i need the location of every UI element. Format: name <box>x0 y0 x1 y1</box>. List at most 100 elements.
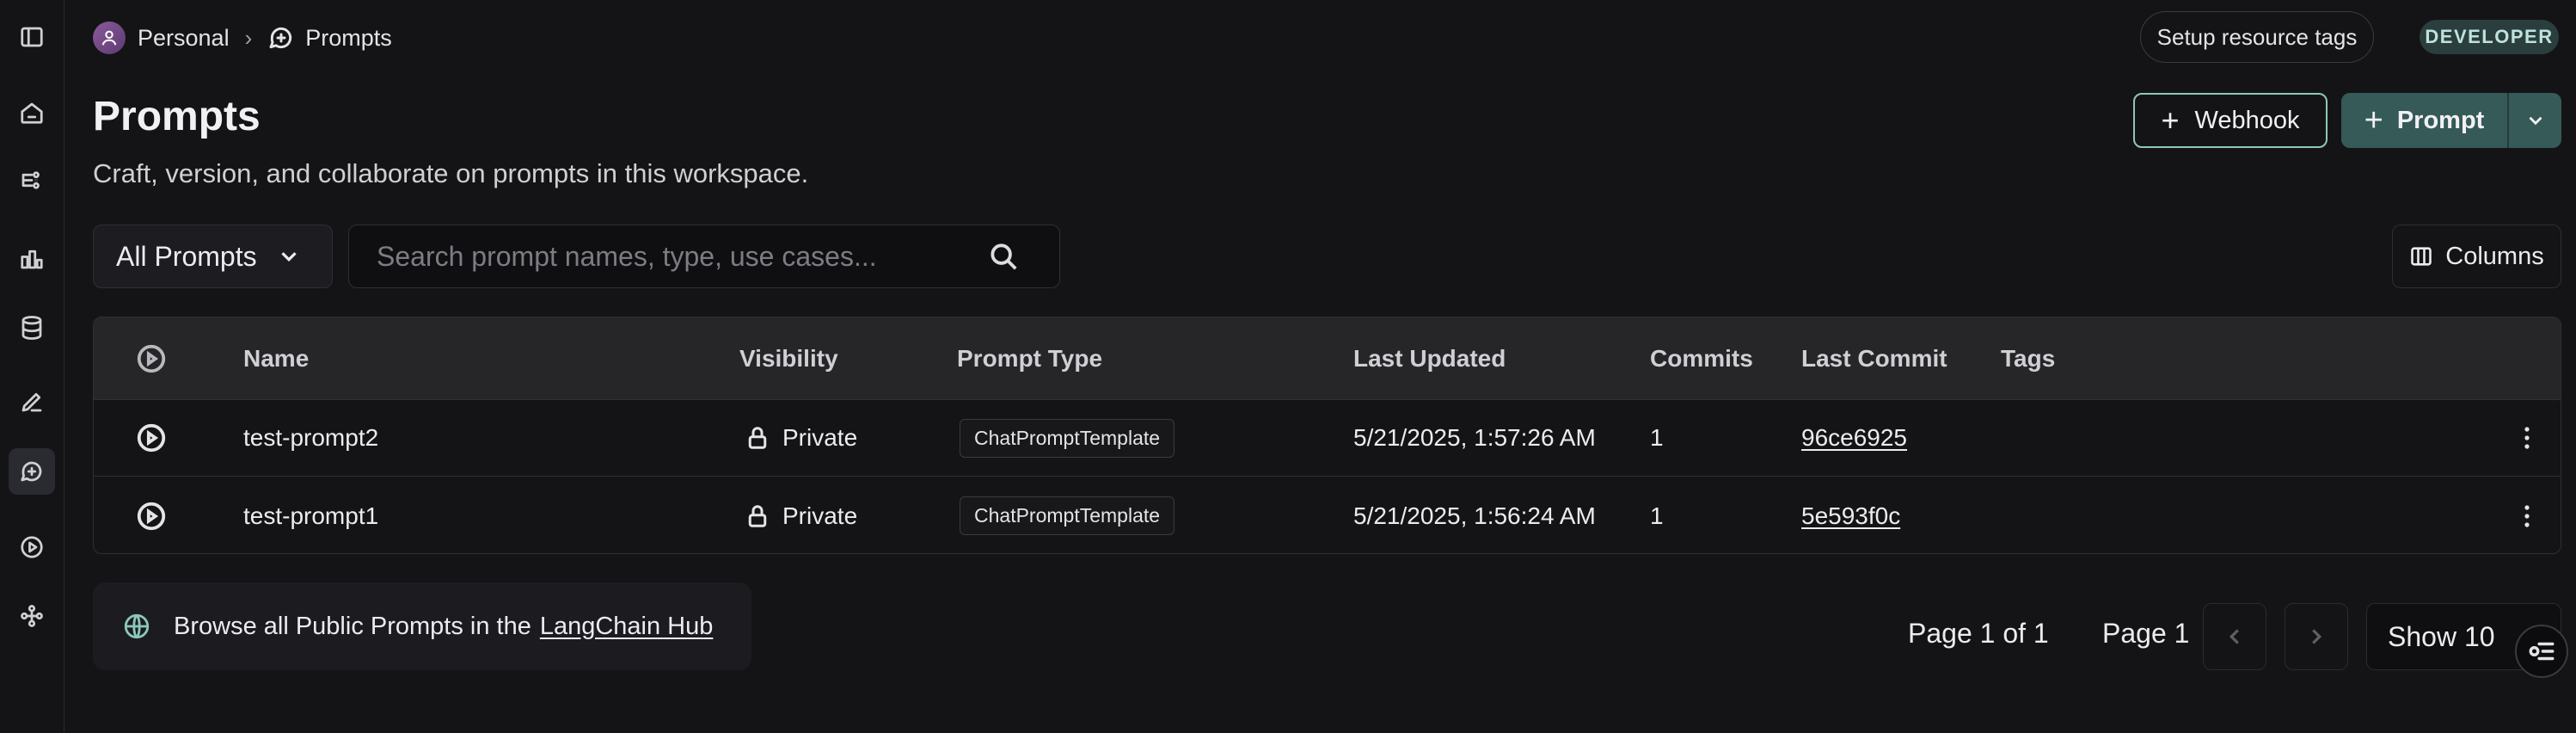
avatar[interactable] <box>93 22 126 54</box>
new-prompt-menu-button[interactable] <box>2509 93 2561 148</box>
row-actions-button[interactable] <box>2524 400 2530 476</box>
play-circle-icon <box>137 502 166 530</box>
prompts-icon <box>21 461 42 482</box>
lock-icon <box>748 427 767 449</box>
breadcrumb-separator: › <box>244 24 253 51</box>
feedback-floating-button[interactable] <box>2515 625 2568 678</box>
home-icon <box>21 102 43 124</box>
tracing-icon <box>21 171 40 189</box>
chevron-left-icon <box>2229 629 2239 644</box>
column-header-commits[interactable]: Commits <box>1650 317 1753 399</box>
sidebar-item-deployments[interactable] <box>9 593 55 639</box>
page-size-value: Show 10 <box>2388 620 2495 652</box>
search-field <box>348 225 1060 288</box>
prompt-type-chip: ChatPromptTemplate <box>960 418 1175 458</box>
plus-icon: + <box>2161 102 2180 138</box>
visibility-label: Private <box>782 424 858 451</box>
play-circle-icon <box>137 423 166 453</box>
setup-resource-tags-button[interactable]: Setup resource tags <box>2140 11 2374 63</box>
current-page-label: Page 1 <box>2102 618 2190 649</box>
sidebar-item-home[interactable] <box>9 89 55 136</box>
globe-icon <box>124 613 150 639</box>
column-header-last-updated[interactable]: Last Updated <box>1353 317 1506 399</box>
last-updated: 5/21/2025, 1:57:26 AM <box>1353 424 1596 451</box>
sidebar-toggle-button[interactable] <box>9 14 55 60</box>
sidebar-item-prompts[interactable] <box>9 448 55 495</box>
monitoring-icon <box>21 249 43 269</box>
commit-count: 1 <box>1650 424 1664 451</box>
kebab-menu-icon <box>2524 427 2530 449</box>
last-updated: 5/21/2025, 1:56:24 AM <box>1353 502 1596 529</box>
columns-button[interactable]: Columns <box>2392 225 2561 288</box>
column-header-visibility[interactable]: Visibility <box>739 317 838 399</box>
prompt-type-chip: ChatPromptTemplate <box>960 496 1175 535</box>
sidebar-item-datasets[interactable] <box>9 305 55 351</box>
hub-text: Browse all Public Prompts in the <box>174 612 531 640</box>
column-header-last-commit[interactable]: Last Commit <box>1801 317 1947 399</box>
role-badge: DEVELOPER <box>2420 20 2559 54</box>
list-settings-icon <box>2529 642 2555 661</box>
run-all-column-icon <box>135 317 168 399</box>
run-prompt-button[interactable] <box>135 400 168 476</box>
lock-icon <box>748 504 767 527</box>
visibility-cell: Private <box>745 477 858 553</box>
chevron-right-icon <box>2312 629 2322 644</box>
table-header-row: Name Visibility Prompt Type Last Updated… <box>94 317 2561 400</box>
commit-count: 1 <box>1650 502 1664 529</box>
page-of-label: Page 1 of 1 <box>1908 618 2049 649</box>
chevron-down-icon <box>2529 116 2542 126</box>
new-prompt-split-button: + Prompt <box>2341 93 2561 148</box>
last-commit-link[interactable]: 96ce6925 <box>1801 400 1907 476</box>
webhook-label: Webhook <box>2194 106 2300 134</box>
prompt-type-cell: ChatPromptTemplate <box>960 400 1175 476</box>
sidebar-item-playground[interactable] <box>9 524 55 570</box>
playground-icon <box>21 536 43 558</box>
page-subtitle: Craft, version, and collaborate on promp… <box>93 158 809 188</box>
table-row[interactable]: test-prompt1 Private ChatPromptTemplate … <box>94 477 2561 553</box>
column-header-name[interactable]: Name <box>243 317 309 399</box>
visibility-cell: Private <box>745 400 857 476</box>
column-header-tags[interactable]: Tags <box>2001 317 2055 399</box>
prompt-name[interactable]: test-prompt1 <box>243 477 378 553</box>
sidebar-item-annotation[interactable] <box>9 379 55 425</box>
prompts-icon <box>269 28 292 49</box>
breadcrumb-workspace[interactable]: Personal <box>138 25 230 52</box>
prompt-scope-value: All Prompts <box>116 240 257 272</box>
breadcrumb: Personal › Prompts <box>93 21 392 55</box>
new-prompt-button[interactable]: + Prompt <box>2341 93 2509 148</box>
annotation-icon <box>21 392 42 412</box>
prompt-scope-dropdown[interactable]: All Prompts <box>93 225 333 288</box>
search-input[interactable] <box>377 240 987 273</box>
run-prompt-button[interactable] <box>135 477 168 553</box>
prompt-label: Prompt <box>2396 106 2485 134</box>
kebab-menu-icon <box>2524 504 2530 527</box>
column-header-prompt-type[interactable]: Prompt Type <box>957 317 1102 399</box>
play-circle-icon <box>137 344 166 373</box>
next-page-button[interactable] <box>2285 603 2348 670</box>
chevron-down-icon <box>280 252 297 262</box>
add-webhook-button[interactable]: + Webhook <box>2133 93 2328 148</box>
prompt-type-cell: ChatPromptTemplate <box>960 477 1175 553</box>
sidebar-item-tracing[interactable] <box>9 159 55 206</box>
columns-label: Columns <box>2445 242 2544 270</box>
sidebar <box>0 0 64 733</box>
search-icon[interactable] <box>987 240 1020 273</box>
prompts-table: Name Visibility Prompt Type Last Updated… <box>93 317 2561 554</box>
plus-icon: + <box>2364 102 2383 139</box>
sidebar-toggle-icon <box>21 27 43 47</box>
page-title: Prompts <box>93 94 261 139</box>
breadcrumb-current[interactable]: Prompts <box>305 25 392 52</box>
prompt-name[interactable]: test-prompt2 <box>243 400 378 476</box>
datasets-icon <box>21 316 42 340</box>
public-prompts-banner: Browse all Public Prompts in the LangCha… <box>93 582 751 670</box>
deployments-icon <box>21 605 43 627</box>
sidebar-item-monitoring[interactable] <box>9 236 55 282</box>
visibility-label: Private <box>782 502 858 529</box>
last-commit-link[interactable]: 5e593f0c <box>1801 477 1900 553</box>
row-actions-button[interactable] <box>2524 477 2530 553</box>
previous-page-button[interactable] <box>2203 603 2266 670</box>
user-icon <box>101 30 117 46</box>
breadcrumb-prompts-icon-wrap <box>267 24 305 52</box>
langchain-hub-link[interactable]: LangChain Hub <box>540 613 714 641</box>
table-row[interactable]: test-prompt2 Private ChatPromptTemplate … <box>94 400 2561 477</box>
